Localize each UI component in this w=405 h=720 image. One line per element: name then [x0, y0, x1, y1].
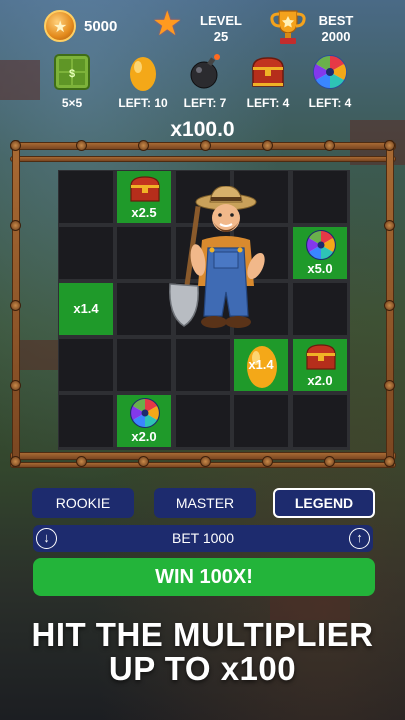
- win-button[interactable]: WIN 100X!: [33, 558, 375, 596]
- item-eggs[interactable]: LEFT: 10: [113, 54, 173, 110]
- item-eggs-label: LEFT: 10: [118, 96, 168, 110]
- board-cell-chest: x2.0: [292, 338, 348, 392]
- treasure-chest-icon: [250, 54, 286, 90]
- board-cell-egg: x1.4: [58, 282, 114, 336]
- level-star-icon: ★: [152, 5, 183, 43]
- svg-text:$: $: [69, 68, 75, 80]
- board-cell[interactable]: [292, 282, 348, 336]
- prize-wheel-icon: [312, 54, 348, 90]
- item-grid-size[interactable]: $ 5×5: [42, 54, 102, 110]
- farmer-character: [169, 186, 265, 328]
- item-bombs-label: LEFT: 7: [183, 96, 227, 110]
- board-cell[interactable]: [58, 338, 114, 392]
- level-value: 25: [213, 29, 229, 44]
- coins-balance: 5000: [84, 18, 118, 35]
- difficulty-legend-button[interactable]: LEGEND: [273, 488, 375, 518]
- difficulty-master-button[interactable]: MASTER: [154, 488, 256, 518]
- prize-wheel-icon: [130, 398, 160, 428]
- board-cell[interactable]: [58, 170, 114, 224]
- item-chests-label: LEFT: 4: [246, 96, 290, 110]
- trophy-icon: [270, 10, 306, 44]
- item-counters-row: $ 5×5 LEFT: 10 LEFT: 7 LEFT: 4 LEFT: 4: [0, 54, 405, 110]
- board-cell-golden-egg: x1.4: [233, 338, 289, 392]
- prize-wheel-icon: [306, 230, 336, 260]
- board-cell-wheel: x2.0: [116, 394, 172, 448]
- board-cell[interactable]: [233, 394, 289, 448]
- item-chests[interactable]: LEFT: 4: [238, 54, 298, 110]
- board-cell[interactable]: [58, 394, 114, 448]
- level-label: LEVEL: [200, 13, 242, 28]
- board-cell[interactable]: [175, 338, 231, 392]
- board-cell-wheel: x5.0: [292, 226, 348, 280]
- treasure-chest-icon: [306, 344, 336, 370]
- bet-decrease-button[interactable]: ↓: [36, 528, 57, 549]
- coin-icon: ★: [44, 10, 76, 42]
- promo-headline: HIT THE MULTIPLIER UP TO x100: [0, 618, 405, 686]
- board-cell[interactable]: [175, 394, 231, 448]
- cell-multiplier: x1.4: [73, 301, 99, 316]
- board-cell[interactable]: [292, 170, 348, 224]
- item-grid-label: 5×5: [61, 96, 83, 110]
- board-cell[interactable]: [58, 226, 114, 280]
- board-cell[interactable]: [292, 394, 348, 448]
- item-wheels-label: LEFT: 4: [308, 96, 352, 110]
- bet-selector: BET 1000 ↓ ↑: [33, 525, 373, 552]
- best-label: BEST: [318, 13, 354, 28]
- top-stats-bar: ★ 5000 ★ LEVEL 25 BEST 2000: [0, 6, 405, 46]
- treasure-chest-icon: [130, 176, 160, 202]
- item-wheels[interactable]: LEFT: 4: [300, 54, 360, 110]
- headline-line-1: HIT THE MULTIPLIER: [31, 616, 374, 653]
- cell-multiplier: x2.0: [307, 373, 333, 388]
- bet-label: BET 1000: [171, 530, 234, 546]
- bet-increase-button[interactable]: ↑: [349, 528, 370, 549]
- difficulty-rookie-button[interactable]: ROOKIE: [32, 488, 134, 518]
- current-multiplier: x100.0: [170, 118, 235, 141]
- cell-multiplier: x5.0: [307, 261, 333, 276]
- board-cell[interactable]: [116, 338, 172, 392]
- cell-multiplier: x2.0: [131, 429, 157, 444]
- bomb-icon: [187, 54, 223, 90]
- grid-box-icon: $: [54, 54, 90, 90]
- golden-egg-icon: [125, 54, 161, 91]
- best-value: 2000: [321, 29, 351, 44]
- item-bombs[interactable]: LEFT: 7: [175, 54, 235, 110]
- cell-multiplier: x1.4: [248, 357, 274, 372]
- headline-line-2: UP TO x100: [108, 650, 297, 687]
